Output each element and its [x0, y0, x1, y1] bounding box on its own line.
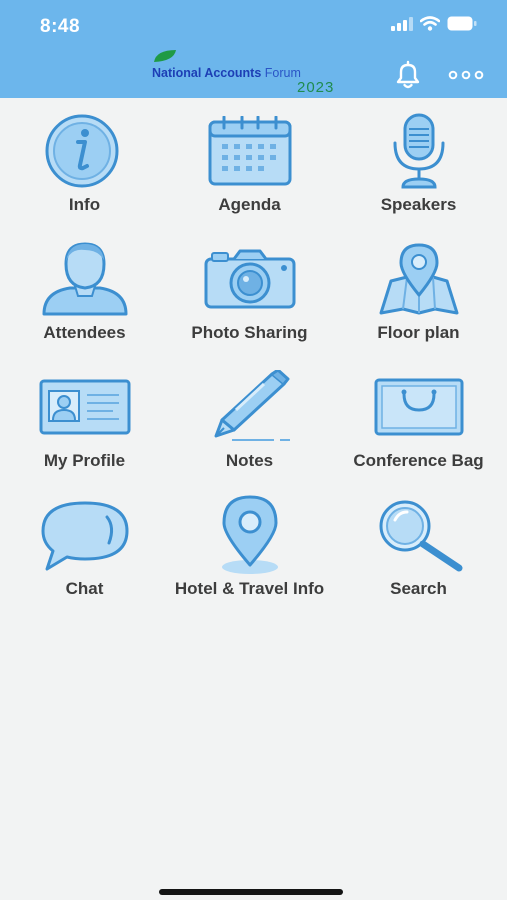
leaf-icon	[154, 50, 176, 62]
calendar-icon	[208, 116, 291, 186]
menu-item-photo-sharing[interactable]: Photo Sharing	[165, 226, 334, 354]
app-header: 8:48 National Accounts Forum 2023	[0, 0, 507, 98]
menu-item-label: Hotel & Travel Info	[174, 579, 325, 598]
magnifier-icon	[379, 500, 462, 572]
menu-item-label: Photo Sharing	[191, 323, 308, 342]
logo-text: National Accounts Forum	[152, 66, 301, 80]
menu-item-label: Notes	[225, 451, 274, 470]
bell-icon[interactable]	[392, 60, 424, 90]
chat-bubble-icon	[41, 501, 128, 571]
signal-icon	[391, 16, 413, 31]
battery-icon	[447, 16, 477, 31]
menu-item-conference-bag[interactable]: Conference Bag	[334, 354, 503, 482]
logo-text-bold: National Accounts	[152, 66, 262, 80]
person-icon	[42, 242, 127, 316]
menu-item-label: Floor plan	[377, 323, 460, 342]
status-time: 8:48	[40, 16, 81, 37]
bag-icon	[374, 378, 463, 436]
info-icon	[45, 114, 118, 188]
menu-item-label: My Profile	[43, 451, 126, 470]
menu-item-label: Agenda	[218, 195, 281, 214]
menu-item-label: Search	[390, 579, 447, 598]
microphone-icon	[393, 113, 444, 189]
event-logo: National Accounts Forum 2023	[152, 48, 352, 98]
status-icons	[391, 16, 477, 31]
menu-item-search[interactable]: Search	[334, 482, 503, 610]
menu-item-attendees[interactable]: Attendees	[0, 226, 169, 354]
location-pin-icon	[221, 495, 278, 574]
menu-item-info[interactable]: Info	[0, 98, 169, 226]
id-card-icon	[39, 379, 130, 435]
menu-item-chat[interactable]: Chat	[0, 482, 169, 610]
menu-item-notes[interactable]: Notes	[165, 354, 334, 482]
map-pin-icon	[379, 243, 458, 315]
logo-text-light: Forum	[264, 66, 301, 80]
menu-item-hotel-travel-info[interactable]: Hotel & Travel Info	[165, 482, 334, 610]
menu-item-label: Chat	[65, 579, 104, 598]
menu-item-agenda[interactable]: Agenda	[165, 98, 334, 226]
menu-item-label: Conference Bag	[353, 451, 484, 470]
wifi-icon	[420, 16, 440, 31]
menu-item-label: Info	[68, 195, 101, 214]
logo-year: 2023	[297, 79, 335, 96]
more-dots-icon[interactable]	[448, 70, 484, 80]
menu-item-speakers[interactable]: Speakers	[334, 98, 503, 226]
camera-icon	[204, 249, 295, 309]
menu-item-my-profile[interactable]: My Profile	[0, 354, 169, 482]
menu-item-label: Speakers	[380, 195, 457, 214]
home-indicator[interactable]	[159, 889, 343, 895]
menu-item-label: Attendees	[43, 323, 126, 342]
pen-icon	[214, 370, 290, 441]
menu-item-floor-plan[interactable]: Floor plan	[334, 226, 503, 354]
